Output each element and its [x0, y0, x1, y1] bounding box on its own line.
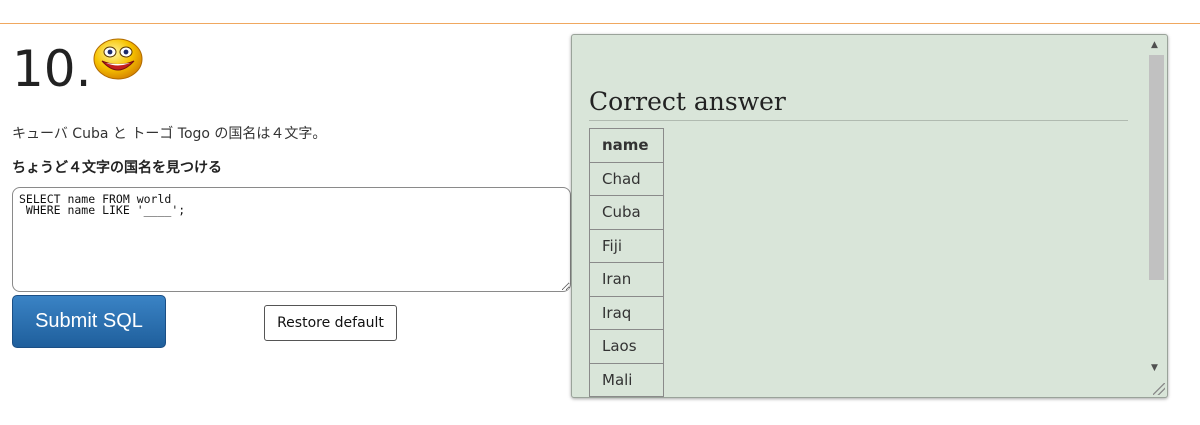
table-row: Cuba: [589, 195, 664, 230]
table-cell: Fiji: [589, 228, 664, 263]
question-description: キューバ Cuba と トーゴ Togo の国名は４文字。: [12, 126, 327, 142]
column-header-name: name: [589, 128, 664, 163]
answer-title: Correct answer: [589, 85, 1128, 121]
table-row: Iraq: [589, 295, 664, 330]
answer-table: name Chad Cuba Fiji Iran Iraq Laos Mali: [589, 128, 664, 397]
table-cell: Laos: [589, 329, 664, 364]
scroll-thumb[interactable]: [1149, 55, 1164, 280]
restore-default-button[interactable]: Restore default: [264, 305, 397, 341]
top-divider: [0, 23, 1200, 24]
resize-grip-icon[interactable]: [1153, 383, 1165, 395]
smiley-face-icon: [93, 38, 143, 80]
table-cell: Cuba: [589, 195, 664, 230]
table-row: Laos: [589, 329, 664, 364]
table-cell: Mali: [589, 362, 664, 397]
scroll-down-arrow-icon[interactable]: ▼: [1146, 360, 1163, 376]
scroll-up-arrow-icon[interactable]: ▲: [1146, 37, 1163, 53]
table-cell: Chad: [589, 161, 664, 196]
submit-sql-button[interactable]: Submit SQL: [12, 295, 166, 348]
table-row: Mali: [589, 362, 664, 397]
table-cell: Iran: [589, 262, 664, 297]
correct-answer-panel[interactable]: Correct answer name Chad Cuba Fiji Iran …: [571, 34, 1168, 398]
table-row: Chad: [589, 161, 664, 196]
vertical-scrollbar[interactable]: ▲ ▼: [1146, 35, 1164, 397]
table-row: Iran: [589, 262, 664, 297]
question-number: 10.: [12, 40, 92, 98]
table-cell: Iraq: [589, 295, 664, 330]
table-row: Fiji: [589, 228, 664, 263]
question-task: ちょうど４文字の国名を見つける: [12, 160, 222, 176]
sql-editor[interactable]: [12, 187, 571, 292]
